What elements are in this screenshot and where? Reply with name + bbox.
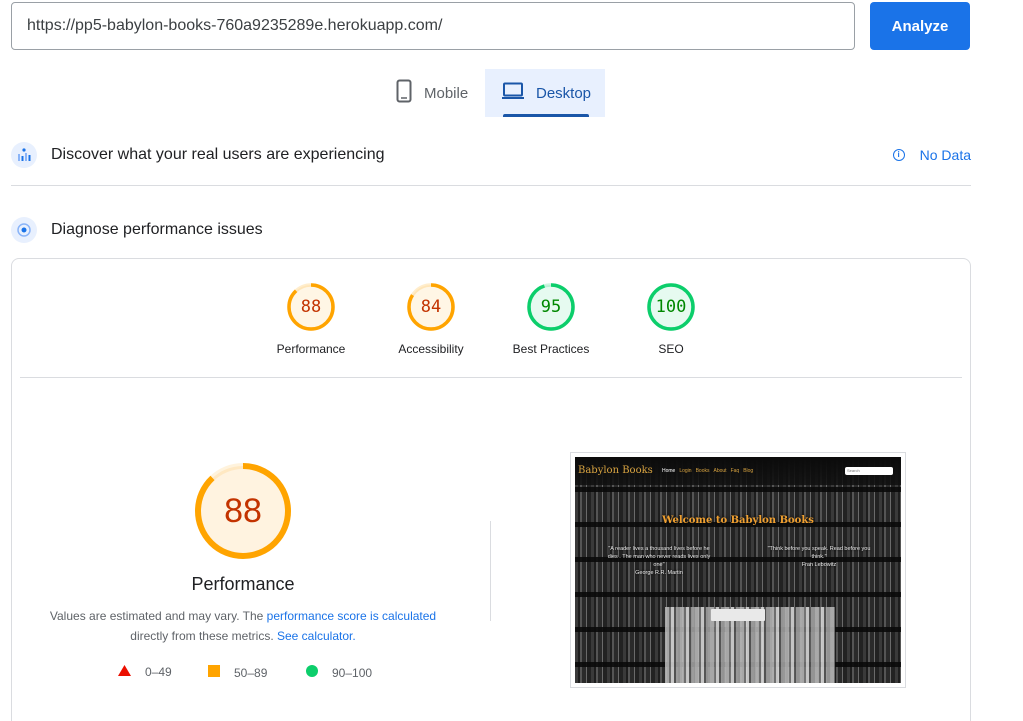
screenshot-heading: Welcome to Babylon Books bbox=[662, 515, 814, 526]
performance-big-gauge: 88 bbox=[193, 461, 293, 561]
laptop-icon bbox=[502, 82, 524, 104]
gauge-score: 84 bbox=[420, 297, 442, 317]
performance-big-score: 88 bbox=[224, 492, 262, 530]
square-icon bbox=[208, 665, 220, 680]
gauge-performance[interactable]: 88 Performance bbox=[256, 282, 366, 356]
screenshot-nav-link: Home bbox=[662, 468, 676, 474]
gauge-score: 95 bbox=[540, 297, 562, 317]
gauge-seo[interactable]: 100 SEO bbox=[616, 282, 726, 356]
quote-text: "Think before you speak. Read before you… bbox=[767, 546, 871, 560]
circle-icon bbox=[306, 665, 318, 680]
screenshot-search: Search bbox=[845, 467, 893, 475]
gauge-label: SEO bbox=[658, 342, 684, 356]
gauge-ring: 95 bbox=[526, 282, 576, 332]
performance-note: Values are estimated and may vary. The p… bbox=[43, 606, 443, 646]
tab-desktop-indicator bbox=[503, 114, 589, 117]
card-divider bbox=[20, 377, 962, 378]
section-divider bbox=[11, 185, 971, 186]
screenshot-nav-link: Blog bbox=[743, 468, 754, 474]
performance-title: Performance bbox=[191, 574, 295, 594]
screenshot-button bbox=[711, 609, 765, 621]
info-icon: i bbox=[892, 149, 905, 161]
no-data-label: No Data bbox=[919, 147, 971, 163]
quote-text: "A reader lives a thousand lives before … bbox=[607, 546, 711, 568]
gauge-label: Best Practices bbox=[512, 342, 590, 356]
real-users-section: Discover what your real users are experi… bbox=[11, 135, 971, 175]
legend-average: 50–89 bbox=[208, 665, 267, 680]
diagnose-section: Diagnose performance issues bbox=[11, 210, 971, 250]
screenshot-nav-link: Faq bbox=[730, 468, 740, 474]
gauge-score: 88 bbox=[300, 297, 322, 317]
lighthouse-icon bbox=[11, 217, 37, 243]
url-input[interactable] bbox=[11, 2, 855, 50]
gauge-label: Performance bbox=[276, 342, 346, 356]
note-text: directly from these metrics. bbox=[130, 629, 277, 643]
crux-icon bbox=[11, 142, 37, 168]
phone-icon bbox=[396, 79, 412, 107]
tab-desktop-label: Desktop bbox=[536, 84, 592, 102]
tab-desktop[interactable]: Desktop bbox=[485, 69, 605, 117]
no-data-link[interactable]: i No Data bbox=[892, 147, 971, 163]
tab-mobile[interactable]: Mobile bbox=[386, 69, 485, 117]
page-screenshot[interactable]: Babylon Books Home Login Books About Faq Blog… bbox=[570, 452, 906, 688]
screenshot-quote: "A reader lives a thousand lives before … bbox=[603, 545, 715, 577]
screenshot-brand: Babylon Books bbox=[578, 465, 653, 476]
real-users-title: Discover what your real users are experi… bbox=[51, 146, 385, 163]
analyze-button[interactable]: Analyze bbox=[870, 2, 970, 50]
gauge-ring: 84 bbox=[406, 282, 456, 332]
note-text: Values are estimated and may vary. The bbox=[49, 609, 267, 623]
vertical-divider bbox=[490, 521, 491, 621]
gauge-label: Accessibility bbox=[398, 342, 464, 356]
score-calculated-link[interactable]: performance score is calculated bbox=[267, 609, 436, 623]
gauge-accessibility[interactable]: 84 Accessibility bbox=[376, 282, 486, 356]
legend-range: 90–100 bbox=[332, 665, 373, 680]
gauge-best-practices[interactable]: 95 Best Practices bbox=[496, 282, 606, 356]
legend-fail: 0–49 bbox=[118, 665, 172, 679]
screenshot-nav-link: Books bbox=[695, 468, 710, 474]
quote-author: George R.R. Martin bbox=[635, 570, 683, 576]
legend-range: 0–49 bbox=[145, 665, 172, 679]
gauge-score: 100 bbox=[655, 297, 687, 317]
screenshot-image: Babylon Books Home Login Books About Faq Blog… bbox=[575, 457, 901, 683]
screenshot-nav-link: About bbox=[713, 468, 727, 474]
tab-mobile-label: Mobile bbox=[424, 84, 469, 102]
triangle-icon bbox=[118, 665, 131, 679]
legend-pass: 90–100 bbox=[306, 665, 372, 680]
screenshot-quote: "Think before you speak. Read before you… bbox=[765, 545, 873, 569]
screenshot-nav-links: Home Login Books About Faq Blog bbox=[662, 468, 757, 474]
quote-author: Fran Lebowitz bbox=[801, 562, 837, 568]
gauge-ring: 88 bbox=[286, 282, 336, 332]
gauge-ring: 100 bbox=[646, 282, 696, 332]
screenshot-nav-link: Login bbox=[679, 468, 692, 474]
diagnose-title: Diagnose performance issues bbox=[51, 221, 263, 238]
see-calculator-link[interactable]: See calculator. bbox=[277, 629, 356, 643]
legend-range: 50–89 bbox=[234, 665, 268, 680]
